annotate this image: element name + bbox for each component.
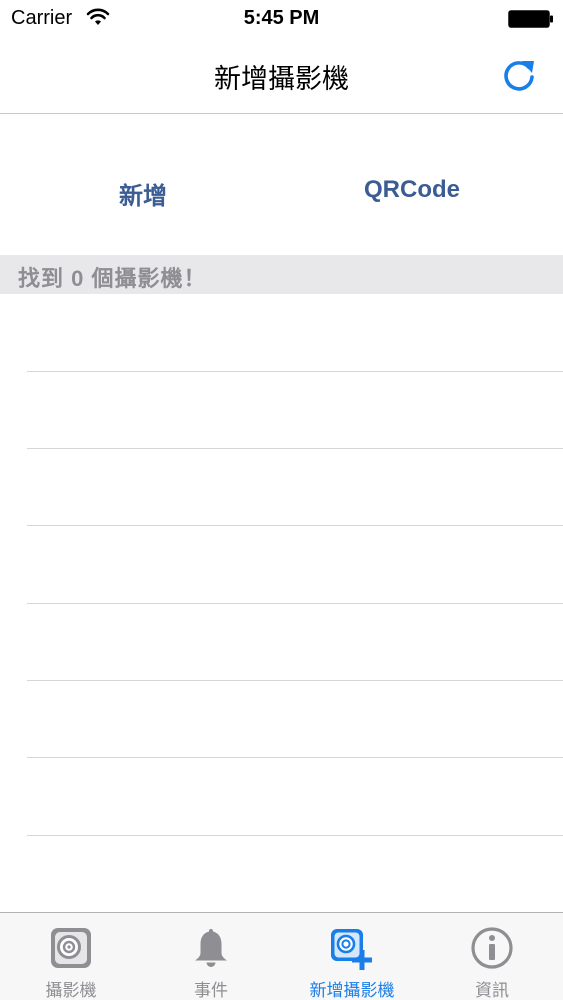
add-actions-row: 新增 QRCode bbox=[0, 114, 563, 255]
info-icon bbox=[471, 927, 513, 969]
tab-label: 新增攝影機 bbox=[309, 981, 395, 1000]
list-item bbox=[27, 294, 563, 372]
add-camera-icon bbox=[331, 929, 372, 970]
screen: Carrier 5:45 PM 新增攝影機 新增 QRCode 找到 0 個攝影… bbox=[0, 0, 563, 1000]
tab-label: 攝影機 bbox=[45, 981, 97, 1000]
tab-label: 資訊 bbox=[475, 981, 509, 1000]
list-item bbox=[27, 371, 563, 449]
camera-icon bbox=[51, 928, 91, 968]
list-item bbox=[27, 758, 563, 836]
list-item bbox=[27, 448, 563, 526]
camera-list[interactable] bbox=[0, 294, 563, 912]
battery-icon bbox=[508, 10, 553, 28]
refresh-icon bbox=[504, 61, 534, 91]
tab-add-camera[interactable]: 新增攝影機 bbox=[282, 913, 422, 1000]
page-title: 新增攝影機 bbox=[214, 64, 349, 94]
list-item bbox=[27, 603, 563, 681]
tab-events[interactable]: 事件 bbox=[141, 913, 281, 1000]
list-item bbox=[27, 680, 563, 758]
tab-info[interactable]: 資訊 bbox=[422, 913, 562, 1000]
bell-icon bbox=[195, 929, 227, 967]
tab-bar: 攝影機 事件 新增攝影機 資訊 bbox=[0, 912, 563, 1000]
qrcode-button[interactable]: QRCode bbox=[364, 176, 460, 204]
camera-count-label: 找到 0 個攝影機！ bbox=[18, 266, 207, 291]
navigation-bar: 新增攝影機 bbox=[0, 38, 563, 114]
tab-label: 事件 bbox=[194, 981, 228, 1000]
refresh-button[interactable] bbox=[496, 52, 542, 98]
list-item bbox=[27, 526, 563, 604]
section-header: 找到 0 個攝影機！ bbox=[0, 255, 563, 294]
status-time: 5:45 PM bbox=[243, 7, 320, 29]
tab-cameras[interactable]: 攝影機 bbox=[1, 913, 141, 1000]
status-bar: Carrier 5:45 PM bbox=[0, 0, 563, 38]
add-button[interactable]: 新增 bbox=[119, 176, 167, 211]
